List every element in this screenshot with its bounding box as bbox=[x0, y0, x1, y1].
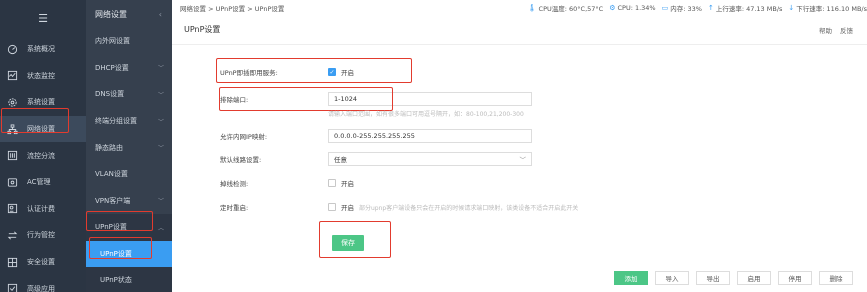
subnav-item-vlan[interactable]: VLAN设置 bbox=[86, 161, 172, 188]
help-link[interactable]: 帮助 bbox=[819, 25, 832, 35]
cpu-temp-stat: 🌡 CPU温度: 60°C,57°C bbox=[527, 3, 604, 13]
page-title: UPnP设置 bbox=[184, 25, 221, 34]
feedback-link[interactable]: 反馈 bbox=[840, 25, 853, 35]
sidebar-item-behavior[interactable]: 行为管控 bbox=[0, 222, 86, 249]
upload-stat: ↑ 上行速率: 47.13 MB/s bbox=[707, 3, 783, 13]
thermometer-icon: 🌡 bbox=[527, 3, 537, 12]
network-icon bbox=[7, 124, 18, 135]
subnav-subitem-upnp-status[interactable]: UPnP状态 bbox=[86, 266, 172, 292]
arrow-up-icon: ↑ bbox=[707, 3, 714, 12]
allow-ip-label: 允许内网IP映射: bbox=[220, 133, 268, 141]
sidebar-item-label: 高级应用 bbox=[27, 284, 55, 292]
detect-label: 掉线检测: bbox=[220, 180, 249, 188]
chevron-down-icon: ﹀ bbox=[157, 145, 164, 153]
sidebar-item-label: 状态监控 bbox=[27, 71, 55, 80]
detect-row: 掉线检测: 开启 bbox=[220, 179, 354, 188]
sidebar-item-security[interactable]: 安全设置 bbox=[0, 249, 86, 276]
flow-icon bbox=[7, 150, 18, 161]
disable-button[interactable]: 停用 bbox=[778, 271, 812, 285]
arrow-down-icon: ↓ bbox=[788, 3, 795, 12]
add-button[interactable]: 添加 bbox=[614, 271, 648, 285]
memory-icon: ▭ bbox=[661, 3, 669, 12]
chevron-up-icon: ︿ bbox=[157, 224, 164, 232]
sidebar-item-flow[interactable]: 流控分流 bbox=[0, 142, 86, 169]
sidebar-item-label: 安全设置 bbox=[27, 258, 55, 267]
status-bar: 🌡 CPU温度: 60°C,57°C ⚙ CPU: 1.34% ▭ 内存: 33% ↑… bbox=[528, 0, 867, 15]
memory-stat: ▭ 内存: 33% bbox=[661, 3, 702, 13]
action-toolbar: 添加 导入 导出 启用 停用 删除 bbox=[614, 271, 853, 285]
restart-row: 定时重启: 开启 部分upnp客户端设备只会在开启的时候请求端口映射，该类设备不… bbox=[220, 203, 579, 212]
chevron-down-icon: ﹀ bbox=[157, 91, 164, 99]
sidebar-item-label: 认证计费 bbox=[27, 204, 55, 213]
exclude-port-input[interactable]: 1-1024 bbox=[328, 92, 532, 106]
subnav-subitem-upnp-settings[interactable]: UPnP设置 bbox=[86, 240, 172, 267]
exclude-port-row: 排除端口: 1-1024 bbox=[220, 92, 532, 106]
subnav-item-vpn-client[interactable]: VPN客户端 ﹀ bbox=[86, 188, 172, 215]
cpu-icon: ⚙ bbox=[609, 3, 616, 12]
sidebar-item-ac[interactable]: AC管理 bbox=[0, 169, 86, 196]
ac-icon bbox=[7, 177, 18, 188]
sidebar-item-label: 系统概况 bbox=[27, 45, 55, 54]
sidebar-item-overview[interactable]: 系统概况 bbox=[0, 36, 86, 63]
gear-icon bbox=[7, 97, 18, 108]
export-button[interactable]: 导出 bbox=[696, 271, 730, 285]
upnp-enable-row: UPnP即插即用服务: ✓ 开启 bbox=[220, 68, 354, 77]
sidebar-item-advanced[interactable]: 高级应用 bbox=[0, 275, 86, 292]
default-line-label: 默认线路设置: bbox=[220, 156, 262, 164]
subnav-item-upnp[interactable]: UPnP设置 ︿ bbox=[86, 214, 172, 241]
secondary-sidebar-header: 网络设置 ‹ bbox=[95, 9, 162, 19]
chevron-down-icon: ﹀ bbox=[157, 65, 164, 73]
restart-checkbox[interactable] bbox=[328, 203, 336, 211]
advanced-icon bbox=[7, 283, 18, 292]
restart-label: 定时重启: bbox=[220, 204, 249, 212]
import-button[interactable]: 导入 bbox=[655, 271, 689, 285]
default-line-select[interactable]: 任意 ﹀ bbox=[328, 152, 532, 166]
security-icon bbox=[7, 257, 18, 268]
exclude-port-hint: 请输入端口范围，如有很多端口可用逗号隔开，如：80-100,21,200-300 bbox=[328, 111, 524, 118]
exclude-port-label: 排除端口: bbox=[220, 96, 249, 104]
sidebar-item-network[interactable]: 网络设置 bbox=[0, 115, 86, 143]
dashboard-icon bbox=[7, 44, 18, 55]
primary-sidebar: ☰ 系统概况 状态监控 系统设置 网络设置 流控分流 AC管理 认证计费 行为管… bbox=[0, 0, 86, 292]
auth-icon bbox=[7, 203, 18, 214]
breadcrumb: 网络设置 > UPnP设置 > UPnP设置 bbox=[180, 4, 285, 13]
sidebar-item-label: 系统设置 bbox=[27, 98, 55, 107]
cpu-stat: ⚙ CPU: 1.34% bbox=[609, 3, 656, 12]
save-button[interactable]: 保存 bbox=[332, 235, 364, 251]
sidebar-item-label: AC管理 bbox=[27, 178, 51, 187]
enable-button[interactable]: 启用 bbox=[737, 271, 771, 285]
upnp-form: UPnP即插即用服务: ✓ 开启 排除端口: 1-1024 请输入端口范围，如有… bbox=[172, 45, 867, 292]
chevron-down-icon: ﹀ bbox=[519, 156, 527, 164]
monitor-icon bbox=[7, 70, 18, 81]
chevron-left-icon[interactable]: ‹ bbox=[159, 10, 162, 19]
exclude-port-hint-row: 请输入端口范围，如有很多端口可用逗号隔开，如：80-100,21,200-300 bbox=[328, 109, 524, 118]
sidebar-item-system[interactable]: 系统设置 bbox=[0, 89, 86, 116]
delete-button[interactable]: 删除 bbox=[819, 271, 853, 285]
sidebar-item-label: 网络设置 bbox=[27, 125, 55, 134]
subnav-item-dhcp[interactable]: DHCP设置 ﹀ bbox=[86, 55, 172, 82]
subnav-item-dns[interactable]: DNS设置 ﹀ bbox=[86, 81, 172, 108]
upnp-enable-checkbox[interactable]: ✓ bbox=[328, 68, 336, 76]
restart-hint: 部分upnp客户端设备只会在开启的时候请求端口映射，该类设备不适合开启此开关 bbox=[359, 204, 579, 212]
subnav-item-lan-wan[interactable]: 内外网设置 bbox=[86, 28, 172, 55]
behavior-icon bbox=[7, 230, 18, 241]
subnav-item-terminal-group[interactable]: 终端分组设置 ﹀ bbox=[86, 108, 172, 135]
sidebar-item-label: 流控分流 bbox=[27, 151, 55, 160]
download-stat: ↓ 下行速率: 116.10 MB/s bbox=[788, 3, 867, 13]
sidebar-item-auth[interactable]: 认证计费 bbox=[0, 196, 86, 223]
menu-collapse-icon[interactable]: ☰ bbox=[0, 0, 86, 36]
sidebar-item-monitor[interactable]: 状态监控 bbox=[0, 63, 86, 90]
subnav-item-static-route[interactable]: 静态路由 ﹀ bbox=[86, 134, 172, 161]
chevron-down-icon: ﹀ bbox=[157, 118, 164, 126]
secondary-sidebar: 网络设置 ‹ 内外网设置 DHCP设置 ﹀ DNS设置 ﹀ 终端分组设置 ﹀ 静态路由… bbox=[86, 0, 172, 292]
allow-ip-row: 允许内网IP映射: 0.0.0.0-255.255.255.255 bbox=[220, 129, 532, 143]
detect-checkbox[interactable] bbox=[328, 179, 336, 187]
allow-ip-input[interactable]: 0.0.0.0-255.255.255.255 bbox=[328, 129, 532, 143]
sidebar-item-label: 行为管控 bbox=[27, 231, 55, 240]
upnp-enable-label: UPnP即插即用服务: bbox=[220, 69, 278, 77]
chevron-down-icon: ﹀ bbox=[157, 198, 164, 206]
default-line-row: 默认线路设置: 任意 ﹀ bbox=[220, 152, 532, 166]
page-header: UPnP设置 帮助 反馈 bbox=[172, 15, 867, 45]
